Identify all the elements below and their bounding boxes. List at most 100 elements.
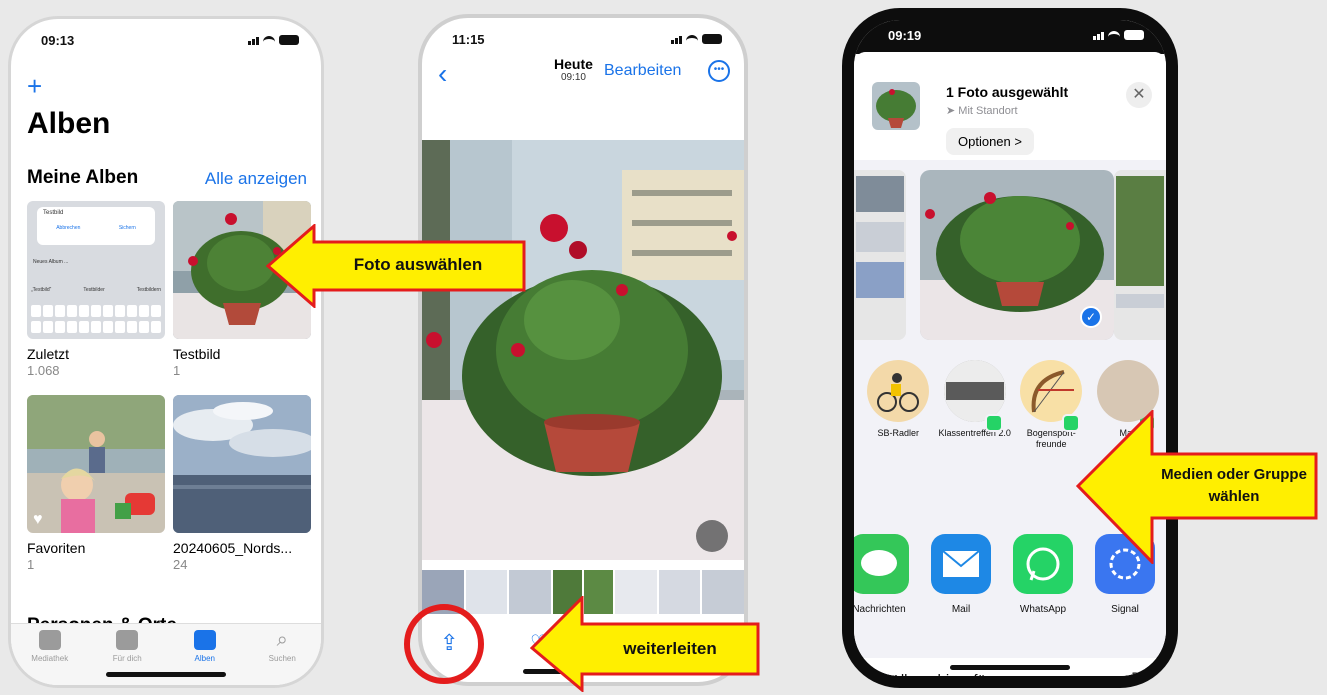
app-mail[interactable]: Mail — [920, 534, 1002, 634]
tab-library[interactable]: Mediathek — [11, 624, 89, 685]
phone-share-sheet: 09:19 1 Foto ausgewählt ➤ Mit Standort O… — [842, 8, 1178, 688]
album-thumbnail: Testbild Abbrechen Sichern Neues Album .… — [27, 201, 165, 339]
suggestion: Testbildern — [136, 287, 161, 293]
keyboard-dialog-preview: Testbild Abbrechen Sichern — [37, 207, 155, 245]
app-whatsapp[interactable]: WhatsApp — [1002, 534, 1084, 634]
sea-sky-photo — [173, 395, 311, 533]
stack-add-icon: ⧉ — [1131, 668, 1146, 688]
app-label: Nachrichten — [852, 604, 906, 615]
contact-klassentreffen[interactable]: Klassentreffen 2.0 — [937, 360, 1014, 470]
callout-text: Foto auswählen — [353, 255, 483, 274]
photo-date-header: Heute 09:10 — [554, 56, 593, 83]
callout-select-photo: Foto auswählen — [266, 224, 528, 308]
dialog-text: Testbild — [43, 210, 64, 216]
suggestion: „Testbild“ — [31, 287, 52, 293]
share-sheet-header: 1 Foto ausgewählt ➤ Mit Standort Optione… — [854, 52, 1166, 160]
callout-forward: weiterleiten — [530, 596, 762, 692]
status-time: 09:13 — [41, 33, 75, 48]
photo-tile[interactable] — [1114, 170, 1166, 340]
rose-photo — [422, 140, 744, 560]
photo-date: Heute — [554, 56, 593, 72]
tab-label: Für dich — [112, 654, 142, 663]
status-time: 11:15 — [452, 32, 485, 47]
album-count: 1.068 — [27, 363, 60, 378]
close-icon[interactable]: ✕ — [1126, 82, 1152, 108]
wifi-icon — [686, 35, 698, 44]
app-messages[interactable]: Nachrichten — [852, 534, 920, 634]
add-to-album-label: Zu Album hinzufügen — [870, 672, 1011, 688]
album-favorites[interactable]: ♥ Favoriten 1 — [27, 395, 165, 572]
more-icon[interactable]: ••• — [708, 60, 730, 82]
home-indicator — [950, 665, 1070, 670]
photo-time: 09:10 — [560, 72, 586, 83]
wifi-icon — [1108, 31, 1120, 40]
contact-label: SB-Radler — [877, 428, 919, 438]
album-name: 20240605_Nords... — [173, 540, 293, 556]
mail-icon — [931, 534, 991, 594]
photos-icon — [38, 630, 61, 650]
album-20240605[interactable]: 20240605_Nords... 24 — [173, 395, 311, 572]
home-indicator — [106, 672, 226, 677]
wifi-icon — [263, 36, 275, 45]
tab-label: Suchen — [268, 654, 296, 663]
signal-icon — [1093, 32, 1104, 40]
add-to-album-row[interactable]: Zu Album hinzufügen ⧉ — [854, 658, 1166, 688]
tutorial-canvas: 09:13 + Alben Meine Alben Alle anzeigen … — [0, 0, 1327, 695]
photo-selection-strip[interactable]: ✓ — [854, 170, 1166, 342]
phone-photo-screen: 11:15 ‹ Heute 09:10 Bearbeiten ••• ⇪ — [418, 14, 748, 686]
dialog-cancel: Abbrechen — [56, 225, 81, 231]
album-name: Zuletzt — [27, 346, 70, 362]
for-you-icon — [116, 630, 139, 650]
app-label: Mail — [951, 604, 971, 615]
share-sheet: 1 Foto ausgewählt ➤ Mit Standort Optione… — [854, 52, 1166, 676]
avatar — [943, 360, 1006, 422]
battery-icon — [279, 35, 299, 45]
tab-search[interactable]: ⌕ Suchen — [244, 624, 322, 685]
selected-photo-tile[interactable]: ✓ — [920, 170, 1114, 340]
location-arrow-icon: ➤ — [946, 105, 959, 117]
callout-text: weiterleiten — [623, 639, 717, 658]
edit-button[interactable]: Bearbeiten — [604, 62, 681, 80]
chevron-left-icon[interactable]: ‹ — [438, 58, 447, 90]
heart-icon: ♥ — [33, 511, 43, 528]
signal-icon — [671, 36, 682, 44]
show-all-link[interactable]: Alle anzeigen — [205, 169, 307, 189]
avatar — [1020, 360, 1083, 422]
status-time: 09:19 — [888, 28, 922, 43]
album-count: 1 — [173, 363, 181, 378]
share-sheet-subtitle: ➤ Mit Standort — [946, 104, 1018, 117]
status-bar: 11:15 — [422, 18, 744, 54]
child-beach-photo — [27, 395, 165, 533]
status-icons — [248, 35, 299, 45]
status-bar: 09:13 — [11, 19, 321, 55]
signal-icon — [248, 37, 259, 45]
suggestion: Testbilder — [83, 287, 105, 293]
album-name: Favoriten — [27, 540, 86, 556]
new-album-text: Neues Album ... — [33, 259, 69, 265]
plus-icon[interactable]: + — [27, 71, 42, 102]
battery-icon — [702, 34, 722, 44]
selected-photo-thumbnail — [872, 82, 920, 130]
whatsapp-icon — [985, 414, 1003, 432]
contact-sb-radler[interactable]: SB-Radler — [860, 360, 1156, 470]
messages-icon — [854, 534, 909, 594]
app-label: WhatsApp — [1019, 604, 1067, 615]
keyboard-suggestions: „Testbild“ Testbilder Testbildern — [31, 287, 161, 293]
options-button[interactable]: Optionen > — [946, 128, 1034, 155]
rose-photo-image — [422, 140, 744, 560]
status-icons — [671, 34, 722, 44]
album-recents[interactable]: Testbild Abbrechen Sichern Neues Album .… — [27, 201, 165, 378]
tab-label: Alben — [194, 654, 215, 663]
share-sheet-title: 1 Foto ausgewählt — [946, 84, 1069, 100]
album-count: 1 — [27, 557, 35, 572]
search-icon: ⌕ — [276, 629, 288, 651]
photo-tile[interactable] — [854, 170, 906, 340]
keyboard-row — [31, 321, 161, 333]
album-thumbnail — [173, 395, 311, 533]
callout-text: Medien oder Gruppe wählen — [1161, 466, 1307, 505]
dialog-confirm: Sichern — [118, 225, 136, 231]
section-title: Meine Alben — [27, 167, 139, 188]
phone-albums-screen: 09:13 + Alben Meine Alben Alle anzeigen … — [8, 16, 324, 688]
album-thumbnail: ♥ — [27, 395, 165, 533]
callout-choose-media: Medien oder Gruppe wählen — [1076, 410, 1320, 564]
